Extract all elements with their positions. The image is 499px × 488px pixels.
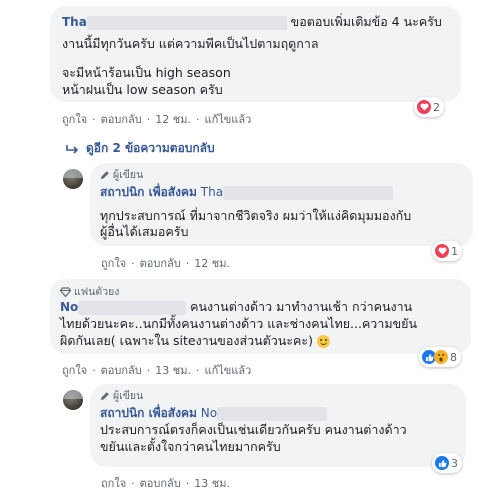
author-badge: ผู้เขียน [100,166,143,183]
reaction-count: 8 [450,350,457,364]
reaction-summary[interactable]: 3 [432,453,462,473]
view-more-replies-label: ดูอีก 2 ข้อความตอบกลับ [86,141,215,155]
reply-actions: ถูกใจ · ตอบกลับ · 13 ชม. [101,477,230,488]
redacted-name [78,300,187,315]
reply-link[interactable]: ตอบกลับ [101,364,142,377]
like-link[interactable]: ถูกใจ [101,257,126,270]
redacted-name [223,185,394,200]
reply-author[interactable]: สถาปนิก เพื่อสังคม [100,406,197,420]
reply-arrow-icon [66,144,79,154]
comment-text: ผิดกันเลย( เฉพาะใน siteงานของส่วนตัวนะคะ… [60,333,313,348]
comment-bubble: Tha ขอตอบเพิ่มเติมข้อ 4 นะครับ งานนี้มีท… [50,6,461,102]
top-fan-badge: แฟนตัวยง [60,283,119,300]
comment-text: ขอตอบเพิ่มเติมข้อ 4 นะครับ [290,14,442,29]
reply-text: ผู้อื่นได้เสมอครับ [100,224,189,239]
reply-bubble: ผู้เขียน สถาปนิก เพื่อสังคม Tha ทุกประสบ… [90,163,473,246]
view-more-replies[interactable]: ดูอีก 2 ข้อความตอบกลับ [66,139,215,158]
comment-text: จะมีหน้าร้อนเป็น high season [62,65,231,80]
mention[interactable]: No [201,406,217,420]
like-reaction-icon [435,456,449,470]
reply-text: ขยันและตั้งใจกว่าคนไทยมากครับ [100,439,281,454]
redacted-name [217,406,328,421]
timestamp[interactable]: 13 ชม. [194,477,230,488]
wow-reaction-icon [434,350,448,364]
reply-author[interactable]: สถาปนิก เพื่อสังคม [100,185,197,199]
comment-actions: ถูกใจ · ตอบกลับ · 13 ชม. · แก้ไขแล้ว [62,364,252,377]
avatar[interactable] [63,169,83,189]
love-reaction-icon [435,244,449,258]
comment-text: หน้าฝนเป็น low season ครับ [62,82,223,97]
timestamp[interactable]: 13 ชม. [155,364,191,377]
reply-bubble: ผู้เขียน สถาปนิก เพื่อสังคม No ประสบการณ… [90,384,466,467]
reply-link[interactable]: ตอบกลับ [140,257,181,270]
love-reaction-icon [417,100,431,114]
reply-text: ทุกประสบการณ์ ที่มาจากชีวิตจริง ผมว่าให้… [100,208,412,223]
reaction-summary[interactable]: 1 [432,241,462,261]
smile-emoji-icon [316,335,330,348]
like-link[interactable]: ถูกใจ [62,364,87,377]
comment-text: คนงานต่างด้าว มาทำงานเช้า กว่าคนงาน [190,299,413,314]
comment-author[interactable]: No [60,300,78,314]
redacted-name [86,15,287,30]
comment-bubble: แฟนตัวยง No คนงานต่างด้าว มาทำงานเช้า กว… [50,279,471,354]
mention[interactable]: Tha [201,185,223,199]
timestamp[interactable]: 12 ชม. [194,257,230,270]
reply-text: ประสบการณ์ตรงก็คงเป็นเช่นเดียวกันครับ คน… [100,422,407,437]
timestamp[interactable]: 12 ชม. [155,113,191,126]
diamond-icon [60,286,71,297]
reply-link[interactable]: ตอบกลับ [101,113,142,126]
comment-text: งานนี้มีทุกวันครับ แต่ความพีคเป็นไปตามฤด… [62,36,319,51]
reaction-count: 2 [433,100,440,114]
reply-actions: ถูกใจ · ตอบกลับ · 12 ชม. [101,257,230,270]
reaction-summary[interactable]: 2 [414,97,444,117]
author-badge: ผู้เขียน [100,387,143,404]
edited-label[interactable]: แก้ไขแล้ว [204,364,251,377]
comment-actions: ถูกใจ · ตอบกลับ · 12 ชม. · แก้ไขแล้ว [62,113,252,126]
reaction-count: 1 [451,244,458,258]
edited-label[interactable]: แก้ไขแล้ว [204,113,251,126]
comment-text: ไทยด้วยนะคะ..นกมีทั้งคนงานต่างด้าว และช่… [60,316,418,331]
reply-link[interactable]: ตอบกลับ [140,477,181,488]
reaction-count: 3 [451,456,458,470]
reaction-summary[interactable]: 8 [419,347,461,367]
like-link[interactable]: ถูกใจ [62,113,87,126]
avatar[interactable] [63,390,83,410]
pencil-icon [101,391,109,400]
comment-author[interactable]: Tha [62,15,87,29]
pencil-icon [101,170,109,179]
like-link[interactable]: ถูกใจ [101,477,126,488]
